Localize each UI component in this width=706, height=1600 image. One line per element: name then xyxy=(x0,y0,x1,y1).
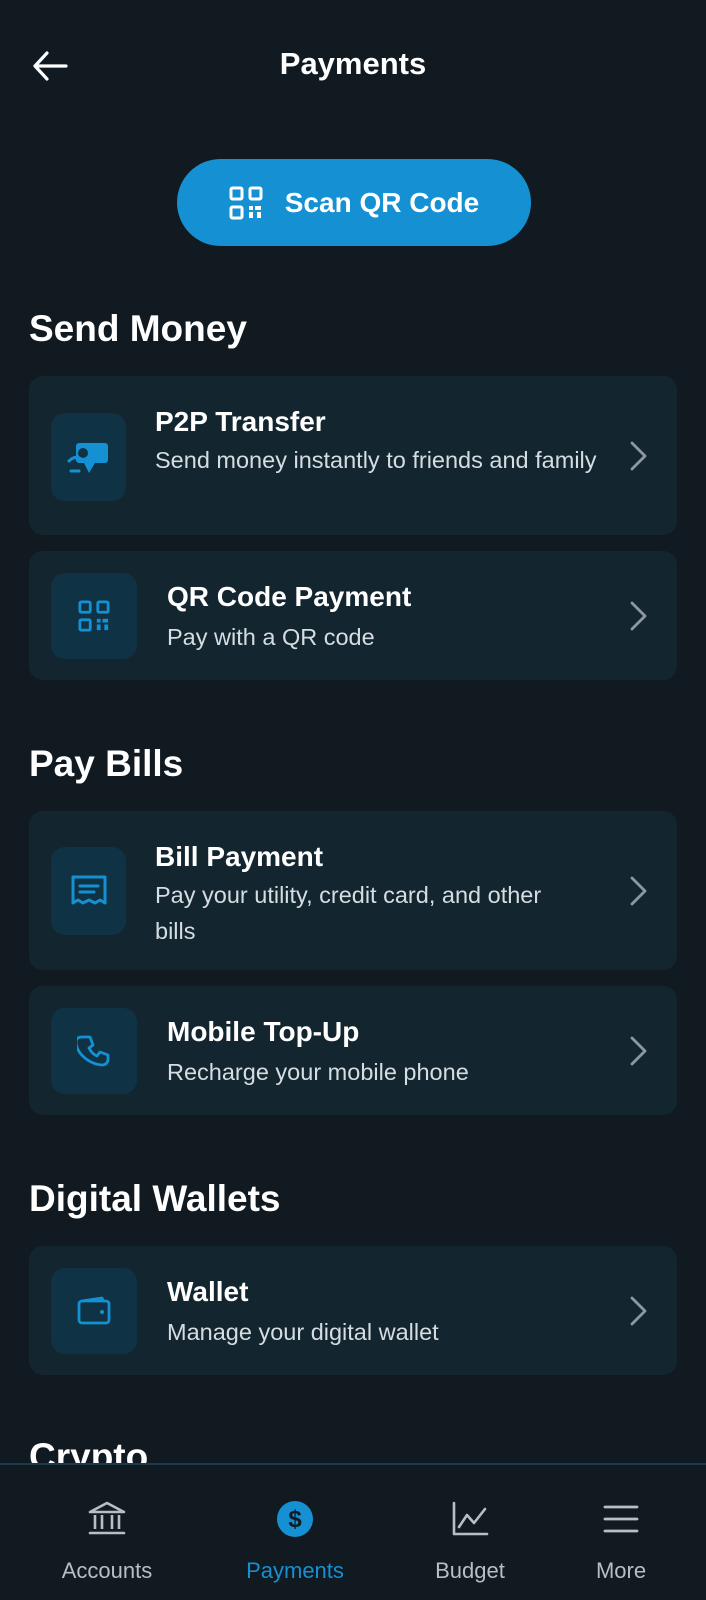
qr-code-icon xyxy=(229,186,263,219)
chevron-right-icon xyxy=(630,876,647,906)
app-header: Payments xyxy=(0,0,706,130)
wallet-description: Manage your digital wallet xyxy=(167,1319,439,1345)
hand-money-icon xyxy=(67,443,108,473)
chevron-right-icon xyxy=(630,1296,647,1326)
p2p-transfer-description: Send money instantly to friends and fami… xyxy=(155,447,597,473)
menu-icon xyxy=(601,1499,641,1539)
scan-qr-label: Scan QR Code xyxy=(284,186,480,218)
mobile-topup-description: Recharge your mobile phone xyxy=(167,1059,469,1085)
nav-item-more[interactable]: More xyxy=(533,1465,706,1600)
phone-icon-tile xyxy=(51,1008,137,1094)
mobile-topup-card[interactable]: Mobile Top-Up Recharge your mobile phone xyxy=(29,986,677,1115)
page-title: Payments xyxy=(279,46,427,81)
qr-icon-tile xyxy=(51,573,137,659)
bill-payment-card[interactable]: Bill Payment Pay your utility, credit ca… xyxy=(29,811,677,970)
bill-icon-tile xyxy=(51,847,126,935)
nav-label-payments: Payments xyxy=(246,1558,344,1583)
wallet-icon-tile xyxy=(51,1268,137,1354)
nav-item-payments[interactable]: $ Payments xyxy=(207,1465,383,1600)
chart-icon xyxy=(450,1499,490,1539)
wallet-icon xyxy=(77,1296,111,1325)
p2p-icon-tile xyxy=(51,413,126,501)
wallet-title: Wallet xyxy=(167,1276,249,1307)
nav-label-more: More xyxy=(595,1558,647,1583)
qr-code-icon xyxy=(78,600,110,632)
nav-label-budget: Budget xyxy=(435,1558,505,1583)
svg-text:$: $ xyxy=(288,1506,302,1533)
bill-payment-description: Pay your utility, credit card, and other… xyxy=(155,882,542,944)
qr-payment-description: Pay with a QR code xyxy=(167,624,375,650)
mobile-topup-title: Mobile Top-Up xyxy=(167,1016,360,1047)
chevron-right-icon xyxy=(630,1036,647,1066)
p2p-transfer-title: P2P Transfer xyxy=(155,406,326,437)
nav-item-budget[interactable]: Budget xyxy=(382,1465,558,1600)
chevron-right-icon xyxy=(630,601,647,631)
phone-icon xyxy=(77,1035,110,1067)
nav-item-accounts[interactable]: Accounts xyxy=(19,1465,195,1600)
qr-payment-card[interactable]: QR Code Payment Pay with a QR code xyxy=(29,551,677,680)
section-title-pay-bills: Pay Bills xyxy=(29,743,184,784)
nav-label-accounts: Accounts xyxy=(61,1558,153,1583)
dollar-circle-icon: $ xyxy=(275,1499,315,1539)
bill-payment-title: Bill Payment xyxy=(155,841,324,872)
receipt-icon xyxy=(71,875,106,905)
wallet-card[interactable]: Wallet Manage your digital wallet xyxy=(29,1246,677,1375)
bank-icon xyxy=(87,1499,127,1539)
chevron-right-icon xyxy=(630,441,647,471)
section-title-digital-wallets: Digital Wallets xyxy=(29,1178,281,1219)
payments-screen: Payments Scan QR Code Send Money P2P Tra… xyxy=(0,0,706,1600)
scan-qr-button[interactable]: Scan QR Code xyxy=(177,159,531,246)
qr-payment-title: QR Code Payment xyxy=(167,581,412,612)
p2p-transfer-card[interactable]: P2P Transfer Send money instantly to fri… xyxy=(29,376,677,535)
section-title-send-money: Send Money xyxy=(29,308,247,349)
bottom-nav: Accounts $ Payments Budget More xyxy=(0,1463,706,1600)
